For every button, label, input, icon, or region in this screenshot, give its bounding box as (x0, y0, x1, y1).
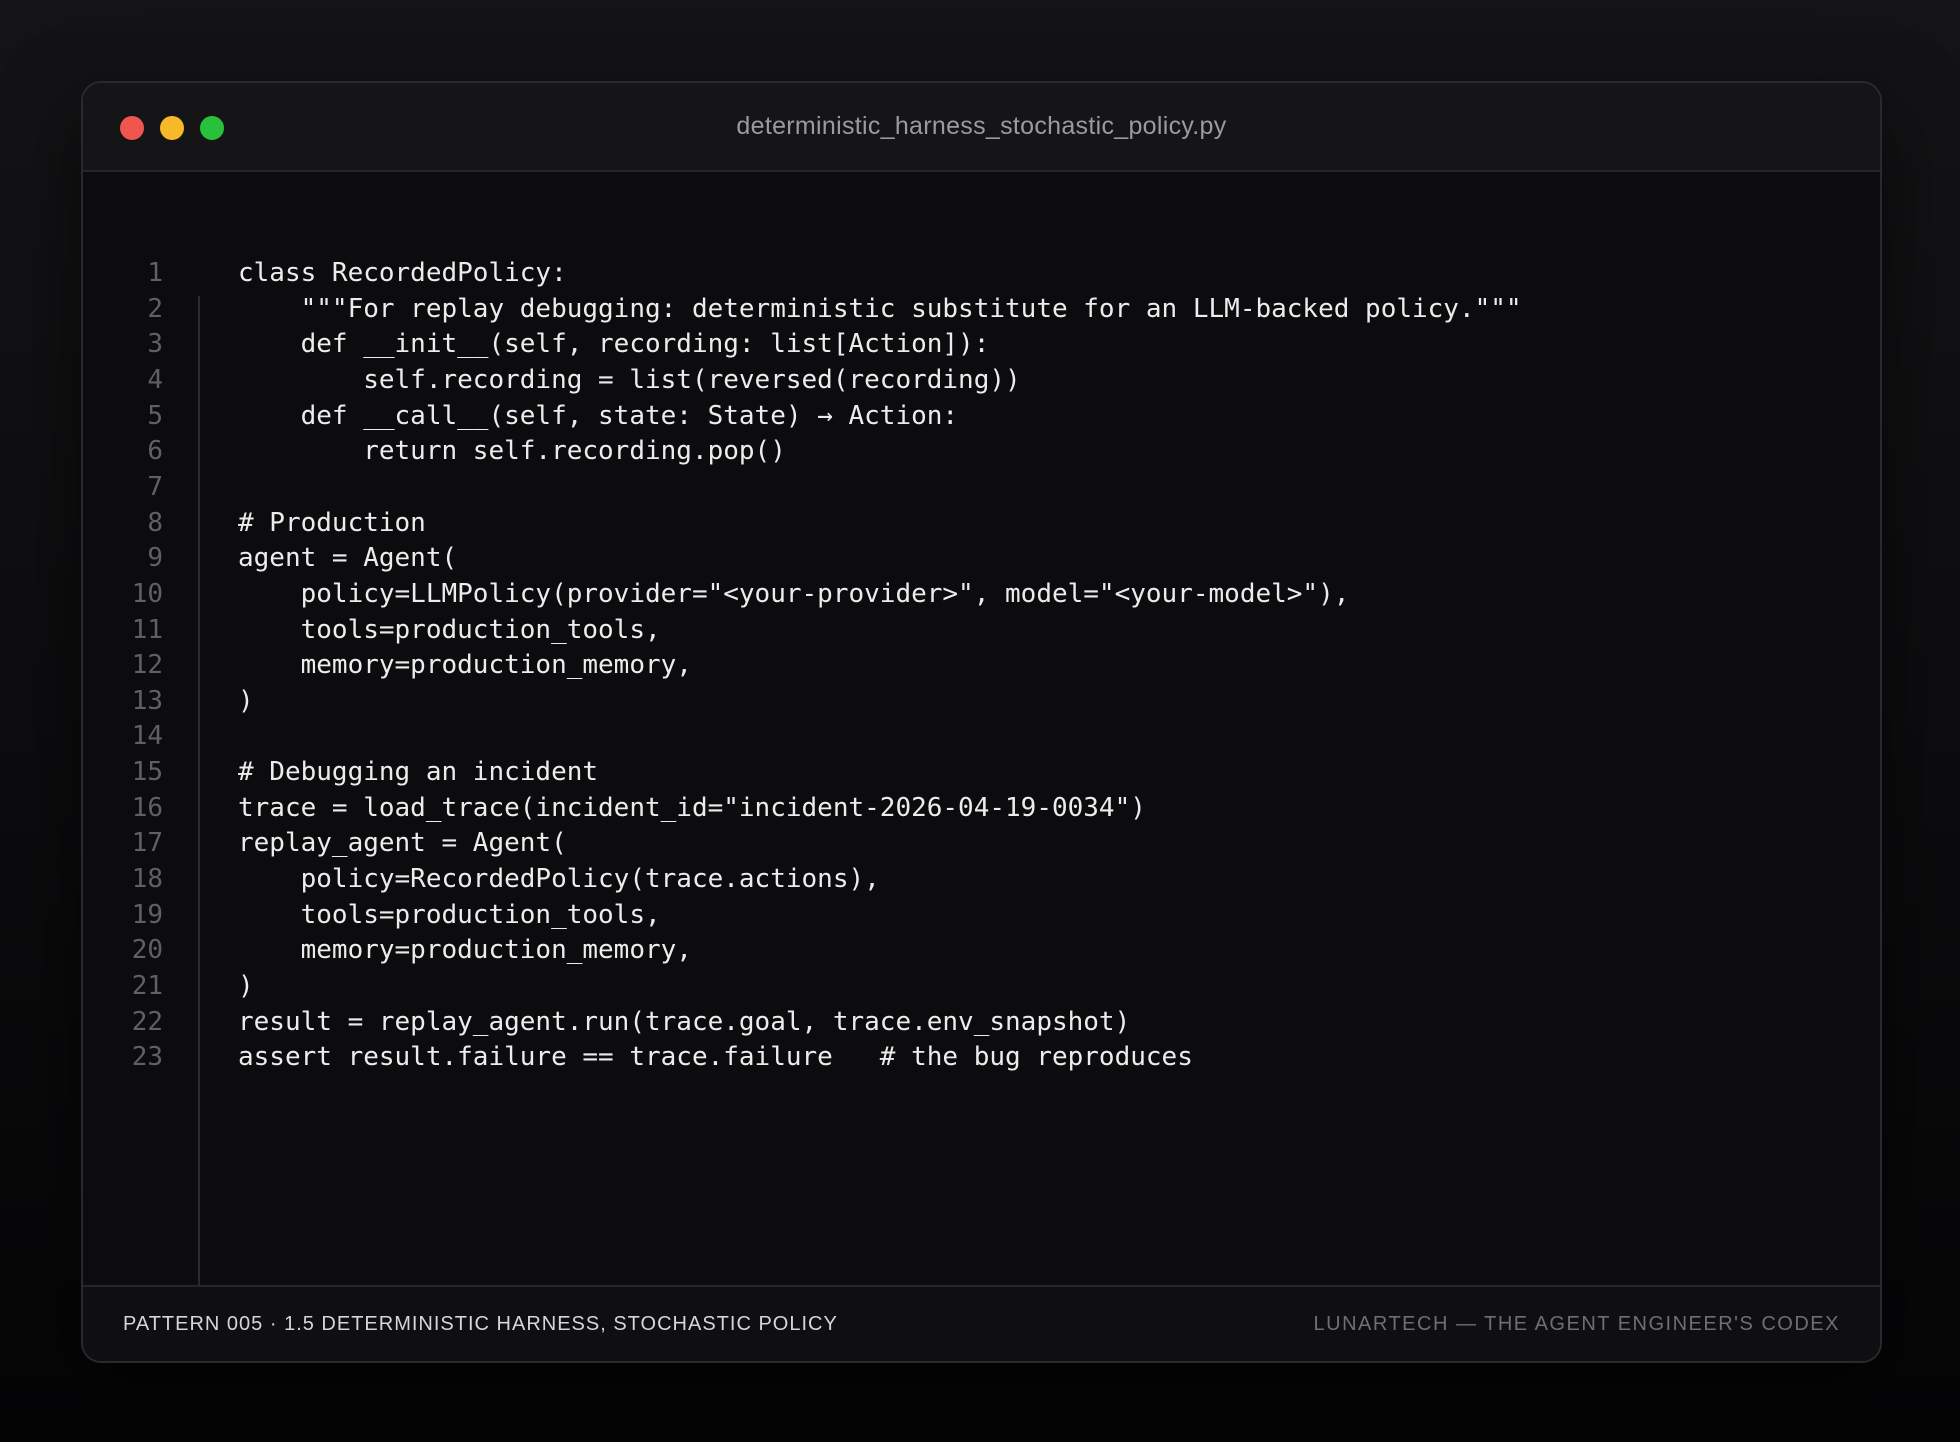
code-editor: 1 class RecordedPolicy: 2 """For replay de… (83, 172, 1880, 1361)
line-number: 10 (131, 578, 163, 609)
line-number: 21 (131, 971, 163, 1001)
code-text: tools=production_tools, (238, 899, 661, 930)
line-number: 16 (131, 792, 163, 823)
line-number: 15 (131, 757, 163, 788)
line-number: 7 (147, 471, 163, 502)
line-number: 11 (131, 614, 163, 645)
code-text: ) (238, 685, 254, 716)
code-text: agent = Agent( (238, 543, 458, 574)
code-window: deterministic_harness_stochastic_policy.… (81, 81, 1882, 1363)
code-text: def __call__(self, state: State) → Actio… (238, 400, 959, 431)
code-text: class RecordedPolicy: (238, 258, 567, 288)
line-number: 14 (131, 721, 163, 752)
line-number: 13 (131, 685, 163, 716)
code-text: # Debugging an incident (238, 757, 599, 788)
line-number: 12 (131, 650, 163, 681)
window-title: deterministic_harness_stochastic_policy.… (736, 112, 1227, 140)
code-text: policy=LLMPolicy(provider="<your-provide… (238, 578, 1350, 609)
line-number: 4 (147, 364, 163, 395)
title-bar: deterministic_harness_stochastic_policy.… (83, 83, 1880, 172)
code-text: replay_agent = Agent( (238, 828, 567, 859)
line-number: 1 (147, 258, 163, 288)
code-text: trace = load_trace(incident_id="incident… (238, 792, 1146, 823)
footer: PATTERN 005 · 1.5 DETERMINISTIC HARNESS,… (83, 1285, 1880, 1361)
code-text: tools=production_tools, (238, 614, 661, 645)
line-number: 19 (131, 899, 163, 930)
line-number: 22 (131, 1006, 163, 1037)
line-number: 18 (131, 864, 163, 895)
code-line: 23 assert result.failure == trace.failure… (83, 1042, 1880, 1087)
line-number: 20 (131, 935, 163, 966)
code-text: """For replay debugging: deterministic s… (238, 293, 1522, 324)
code-text: memory=production_memory, (238, 935, 692, 966)
line-number: 9 (147, 543, 163, 574)
line-number: 8 (147, 507, 163, 538)
code-text: memory=production_memory, (238, 650, 692, 681)
code-text: return self.recording.pop() (238, 436, 786, 467)
line-number: 6 (147, 436, 163, 467)
line-number: 17 (131, 828, 163, 859)
code-text: ) (238, 971, 254, 1001)
code-text: def __init__(self, recording: list[Actio… (238, 329, 990, 360)
line-number: 5 (147, 400, 163, 431)
line-number: 3 (147, 329, 163, 360)
line-number: 2 (147, 293, 163, 324)
code-text: self.recording = list(reversed(recording… (238, 364, 1021, 395)
code-text: result = replay_agent.run(trace.goal, tr… (238, 1006, 1131, 1037)
code-text: policy=RecordedPolicy(trace.actions), (238, 864, 880, 895)
line-number: 23 (131, 1042, 163, 1073)
footer-brand-label: LUNARTECH — THE AGENT ENGINEER'S CODEX (1313, 1313, 1840, 1335)
code-text: # Production (238, 507, 426, 538)
code-text: assert result.failure == trace.failure #… (238, 1042, 1193, 1073)
footer-pattern-label: PATTERN 005 · 1.5 DETERMINISTIC HARNESS,… (123, 1313, 838, 1335)
